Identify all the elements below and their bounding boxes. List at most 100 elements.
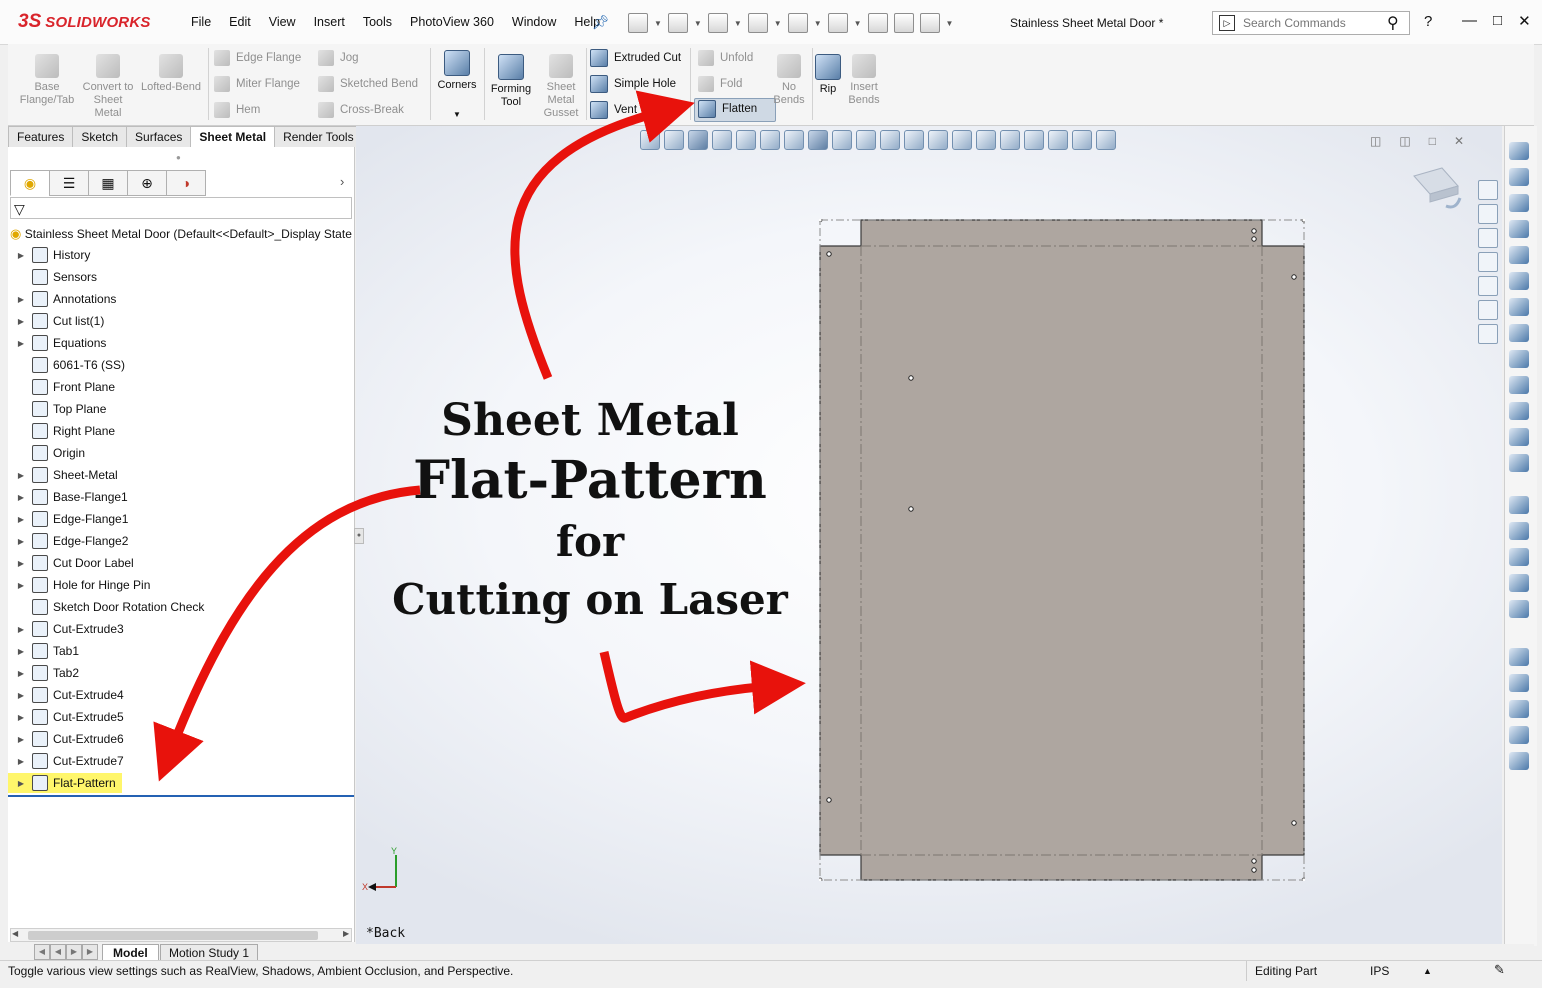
pan-icon[interactable] xyxy=(688,130,708,150)
menu-insert[interactable]: Insert xyxy=(305,13,354,33)
dynamic-annotation-icon[interactable] xyxy=(760,130,780,150)
section-view-icon[interactable] xyxy=(736,130,756,150)
chevron-down-icon[interactable]: ▼ xyxy=(734,19,742,28)
vent-button[interactable]: Vent xyxy=(590,100,637,120)
search-commands[interactable]: ▷ ⚲ xyxy=(1212,11,1410,35)
previous-view-icon[interactable] xyxy=(712,130,732,150)
expand-arrow-icon[interactable]: ▶ xyxy=(14,625,28,634)
lofted-bend-button[interactable]: Lofted-Bend xyxy=(136,54,206,94)
chevron-right-icon[interactable]: › xyxy=(340,174,344,189)
expand-arrow-icon[interactable]: ▶ xyxy=(14,581,28,590)
simple-hole-button[interactable]: Simple Hole xyxy=(590,74,676,94)
base-flange-button[interactable]: Base Flange/Tab xyxy=(16,54,78,107)
chevron-down-icon[interactable]: ▼ xyxy=(814,19,822,28)
design-library-icon[interactable] xyxy=(1478,204,1498,224)
expand-arrow-icon[interactable]: ▶ xyxy=(14,515,28,524)
chevron-down-icon[interactable]: ▼ xyxy=(774,19,782,28)
search-input[interactable] xyxy=(1241,15,1385,31)
expand-arrow-icon[interactable]: ▶ xyxy=(14,493,28,502)
file-explorer-icon[interactable] xyxy=(1478,228,1498,248)
dimetric-icon[interactable] xyxy=(1000,130,1020,150)
new-document-icon[interactable] xyxy=(628,13,648,33)
split-right-icon[interactable]: ◫ xyxy=(1399,134,1410,148)
expand-arrow-icon[interactable]: ▶ xyxy=(14,757,28,766)
tree-item[interactable]: ▶ Hole for Hinge Pin xyxy=(14,575,150,595)
hide-show-items-icon[interactable] xyxy=(1024,130,1044,150)
extruded-cut-button[interactable]: Extruded Cut xyxy=(590,48,681,68)
select-icon[interactable] xyxy=(827,13,848,33)
tool-icon-9[interactable] xyxy=(1509,350,1529,368)
menu-tools[interactable]: Tools xyxy=(354,13,401,33)
tree-item[interactable]: Front Plane xyxy=(14,377,115,397)
tool-icon-5[interactable] xyxy=(1509,246,1529,264)
tree-item[interactable]: ▶ Equations xyxy=(14,333,106,353)
trimetric-icon[interactable] xyxy=(976,130,996,150)
tab-sketch[interactable]: Sketch xyxy=(72,126,128,147)
chevron-down-icon[interactable]: ▼ xyxy=(946,19,954,28)
rip-button[interactable]: Rip xyxy=(814,54,842,96)
tree-item[interactable]: ▶ Annotations xyxy=(14,289,116,309)
tool-icon-17[interactable] xyxy=(1509,574,1529,592)
unfold-button[interactable]: Unfold xyxy=(698,48,753,68)
tree-root[interactable]: ◉ Stainless Sheet Metal Door (Default<<D… xyxy=(10,226,354,242)
last-tab-icon[interactable]: ▶ xyxy=(82,944,98,960)
point-icon[interactable] xyxy=(1509,726,1529,744)
view-palette-icon[interactable] xyxy=(1478,252,1498,272)
split-left-icon[interactable]: ◫ xyxy=(1370,134,1381,148)
view-settings-icon[interactable] xyxy=(1096,130,1116,150)
shaded-edges-icon[interactable] xyxy=(880,130,900,150)
no-bends-button[interactable]: No Bends xyxy=(770,54,808,107)
prev-tab-icon[interactable]: ◀ xyxy=(50,944,66,960)
apply-scene-icon[interactable] xyxy=(1072,130,1092,150)
hem-button[interactable]: Hem xyxy=(214,100,260,120)
check-icon[interactable] xyxy=(1509,272,1529,290)
tool-icon-12[interactable] xyxy=(1509,428,1529,446)
tree-item[interactable]: ▶ Cut-Extrude6 xyxy=(14,729,124,749)
tree-item[interactable]: ▶ Edge-Flange2 xyxy=(14,531,128,551)
tab-sheet-metal[interactable]: Sheet Metal xyxy=(190,126,276,147)
rollback-bar[interactable] xyxy=(8,795,354,797)
tree-item[interactable]: Sketch Door Rotation Check xyxy=(14,597,204,617)
convert-to-sheet-metal-button[interactable]: Convert to Sheet Metal xyxy=(82,54,134,120)
search-icon[interactable]: ⚲ xyxy=(1387,13,1399,33)
configuration-manager-tab-icon[interactable]: ▦ xyxy=(88,170,128,196)
scroll-right-icon[interactable]: ▶ xyxy=(343,929,349,938)
shaded-icon[interactable] xyxy=(904,130,924,150)
tool-icon-11[interactable] xyxy=(1509,402,1529,420)
isometric-icon[interactable] xyxy=(952,130,972,150)
display-style-icon[interactable] xyxy=(808,130,828,150)
tree-item[interactable]: Right Plane xyxy=(14,421,115,441)
tree-item[interactable]: ▶ Sheet-Metal xyxy=(14,465,118,485)
chevron-down-icon[interactable]: ▼ xyxy=(434,108,480,121)
expand-arrow-icon[interactable]: ▶ xyxy=(14,691,28,700)
expand-arrow-icon[interactable]: ▶ xyxy=(14,339,28,348)
expand-arrow-icon[interactable]: ▶ xyxy=(14,537,28,546)
close-icon[interactable]: ✕ xyxy=(1518,12,1531,30)
panel-collapse-handle[interactable]: ● xyxy=(354,528,364,544)
hidden-lines-icon[interactable] xyxy=(832,130,852,150)
zoom-to-area-icon[interactable] xyxy=(664,130,684,150)
forum-icon[interactable] xyxy=(1478,324,1498,344)
dimxpert-tab-icon[interactable]: ⊕ xyxy=(127,170,167,196)
tab-surfaces[interactable]: Surfaces xyxy=(126,126,192,147)
tree-item[interactable]: Sensors xyxy=(14,267,97,287)
menu-view[interactable]: View xyxy=(260,13,305,33)
file-properties-icon[interactable] xyxy=(893,13,914,33)
cube-view-icon[interactable] xyxy=(928,130,948,150)
performance-icon[interactable] xyxy=(1509,220,1529,238)
tree-item[interactable]: 6061-T6 (SS) xyxy=(14,355,125,375)
custom-properties-icon[interactable] xyxy=(1478,300,1498,320)
tree-item[interactable]: ▶ Cut Door Label xyxy=(14,553,134,573)
sheet-metal-gusset-button[interactable]: Sheet Metal Gusset xyxy=(538,54,584,120)
save-icon[interactable] xyxy=(707,13,728,33)
edit-appearance-icon[interactable] xyxy=(1048,130,1068,150)
chevron-down-icon[interactable]: ▼ xyxy=(854,19,862,28)
first-tab-icon[interactable]: ◀ xyxy=(34,944,50,960)
chevron-up-icon[interactable]: ▲ xyxy=(1423,961,1432,981)
restore-icon[interactable]: □ xyxy=(1493,12,1502,30)
flatten-button[interactable]: Flatten xyxy=(698,99,757,119)
mass-properties-icon[interactable] xyxy=(1509,168,1529,186)
help-icon[interactable]: ? xyxy=(1424,13,1432,30)
tool-icon-10[interactable] xyxy=(1509,376,1529,394)
display-manager-tab-icon[interactable]: ◑ xyxy=(166,170,206,196)
